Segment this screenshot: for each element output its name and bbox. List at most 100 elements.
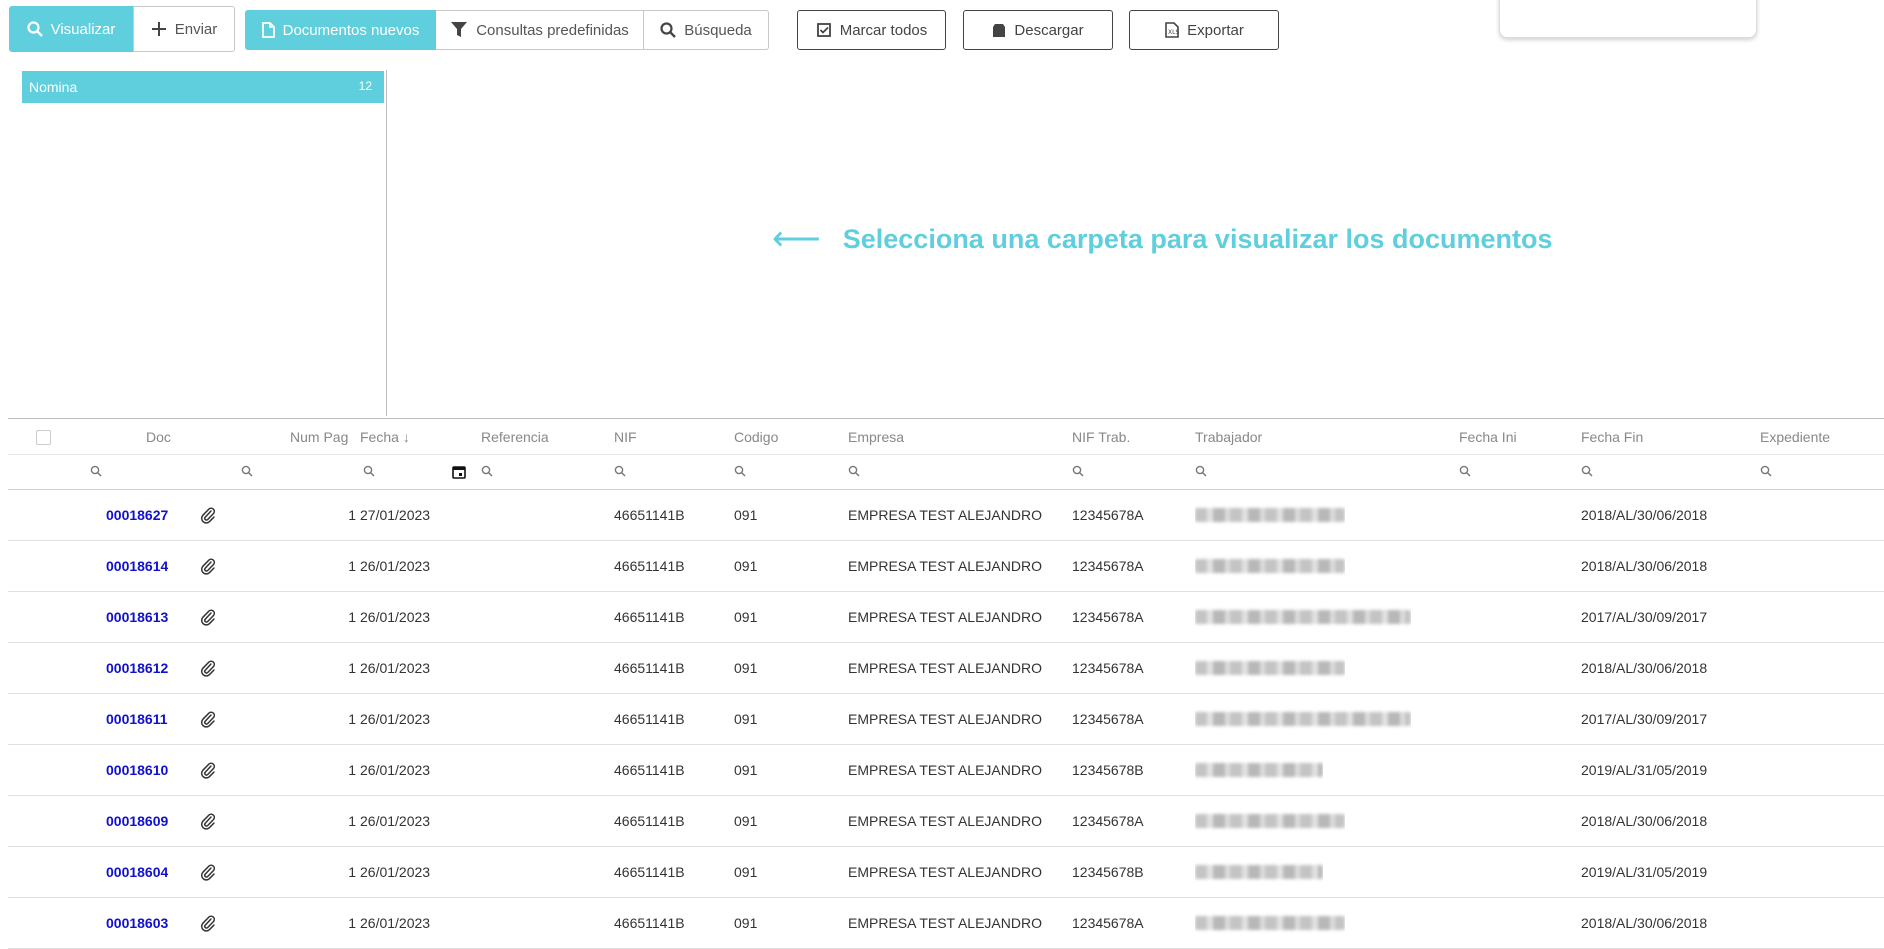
table-row[interactable]: 00018610 1 26/01/2023 46651141B 091 EMPRESA T… (8, 745, 1884, 796)
hint-text: Selecciona una carpeta para visualizar l… (842, 223, 1553, 254)
col-nif-trab[interactable]: NIF Trab. (1072, 419, 1130, 454)
cell-num-pag: 1 (348, 558, 356, 574)
filter-search-icon[interactable] (1760, 465, 1772, 477)
doc-link[interactable]: 00018603 (106, 898, 168, 948)
doc-link[interactable]: 00018614 (106, 541, 168, 591)
folder-item-nomina[interactable]: Nomina 12 (22, 71, 384, 103)
exportar-button[interactable]: XLS Exportar (1129, 10, 1279, 50)
doc-link[interactable]: 00018613 (106, 592, 168, 642)
doc-link[interactable]: 00018610 (106, 745, 168, 795)
filter-search-icon[interactable] (1581, 465, 1593, 477)
cell-codigo: 091 (734, 507, 758, 523)
table-row[interactable]: 00018604 1 26/01/2023 46651141B 091 EMPRESA T… (8, 847, 1884, 898)
col-fecha-ini[interactable]: Fecha Ini (1459, 419, 1517, 454)
filter-search-icon[interactable] (90, 465, 102, 477)
cell-trabajador-redacted (1195, 847, 1323, 897)
table-row[interactable]: 00018612 1 26/01/2023 46651141B 091 EMPRESA T… (8, 643, 1884, 694)
table-row[interactable]: 00018613 1 26/01/2023 46651141B 091 EMPRESA T… (8, 592, 1884, 643)
cell-nif: 46651141B (614, 762, 685, 778)
cell-nif-trab: 12345678B (1072, 864, 1144, 880)
filter-search-icon[interactable] (1072, 465, 1084, 477)
arrow-left-icon: ⟵ (772, 220, 821, 258)
cell-nif: 46651141B (614, 915, 685, 931)
consultas-predefinidas-button[interactable]: Consultas predefinidas (436, 10, 644, 50)
col-codigo[interactable]: Codigo (734, 419, 778, 454)
cell-nif-trab: 12345678A (1072, 711, 1144, 727)
cell-nif-trab: 12345678A (1072, 558, 1144, 574)
filter-search-icon[interactable] (481, 465, 493, 477)
doc-link[interactable]: 00018611 (106, 694, 168, 744)
calendar-icon[interactable] (452, 465, 466, 479)
col-expediente[interactable]: Expediente (1760, 419, 1830, 454)
cell-empresa: EMPRESA TEST ALEJANDRO (848, 558, 1042, 574)
toolbar: Visualizar Enviar Documentos nuevos Cons… (0, 0, 1884, 60)
table-row[interactable]: 00018627 1 27/01/2023 46651141B 091 EMPRESA T… (8, 490, 1884, 541)
attachment-icon[interactable] (200, 847, 216, 897)
descargar-button[interactable]: Descargar (963, 10, 1113, 50)
col-referencia[interactable]: Referencia (481, 419, 549, 454)
export-file-icon: XLS (1165, 22, 1179, 38)
table-row[interactable]: 00018614 1 26/01/2023 46651141B 091 EMPRESA T… (8, 541, 1884, 592)
col-num-pag[interactable]: Num Pag (290, 419, 348, 454)
cell-nif-trab: 12345678A (1072, 660, 1144, 676)
enviar-button[interactable]: Enviar (133, 6, 235, 52)
doc-link[interactable]: 00018609 (106, 796, 168, 846)
attachment-icon[interactable] (200, 592, 216, 642)
filter-search-icon[interactable] (363, 465, 375, 477)
attachment-icon[interactable] (200, 541, 216, 591)
table-row[interactable]: 00018603 1 26/01/2023 46651141B 091 EMPRESA T… (8, 898, 1884, 949)
col-nif[interactable]: NIF (614, 419, 637, 454)
attachment-icon[interactable] (200, 898, 216, 948)
marcar-todos-label: Marcar todos (839, 21, 928, 39)
select-all-checkbox[interactable] (36, 430, 51, 445)
doc-link[interactable]: 00018627 (106, 490, 168, 540)
filter-search-icon[interactable] (614, 465, 626, 477)
attachment-icon[interactable] (200, 745, 216, 795)
cell-empresa: EMPRESA TEST ALEJANDRO (848, 915, 1042, 931)
cell-num-pag: 1 (348, 711, 356, 727)
cell-nif-trab: 12345678A (1072, 813, 1144, 829)
cell-trabajador-redacted (1195, 796, 1345, 846)
busqueda-button[interactable]: Búsqueda (644, 10, 769, 50)
cell-codigo: 091 (734, 762, 758, 778)
doc-link[interactable]: 00018604 (106, 847, 168, 897)
cell-nif: 46651141B (614, 609, 685, 625)
cell-nif-trab: 12345678B (1072, 762, 1144, 778)
search-icon (660, 22, 677, 38)
attachment-icon[interactable] (200, 694, 216, 744)
col-trabajador[interactable]: Trabajador (1195, 419, 1262, 454)
filter-search-icon[interactable] (734, 465, 746, 477)
attachment-icon[interactable] (200, 490, 216, 540)
cell-fecha: 26/01/2023 (360, 558, 431, 574)
filter-search-icon[interactable] (1459, 465, 1471, 477)
visualizar-button[interactable]: Visualizar (9, 6, 133, 52)
cell-nif-trab: 12345678A (1072, 609, 1144, 625)
documentos-nuevos-label: Documentos nuevos (282, 21, 420, 39)
consultas-predefinidas-label: Consultas predefinidas (476, 21, 629, 39)
attachment-icon[interactable] (200, 796, 216, 846)
table-row[interactable]: 00018611 1 26/01/2023 46651141B 091 EMPRESA T… (8, 694, 1884, 745)
filter-search-icon[interactable] (241, 465, 253, 477)
cell-trabajador-redacted (1195, 898, 1345, 948)
cell-num-pag: 1 (348, 507, 356, 523)
folder-count-badge: 12 (358, 79, 372, 93)
col-empresa[interactable]: Empresa (848, 419, 904, 454)
table-body: 00018627 1 27/01/2023 46651141B 091 EMPRESA T… (8, 490, 1884, 949)
col-doc[interactable]: Doc (146, 419, 171, 454)
marcar-todos-button[interactable]: Marcar todos (797, 10, 946, 50)
cell-nif: 46651141B (614, 813, 685, 829)
documentos-nuevos-button[interactable]: Documentos nuevos (245, 10, 436, 50)
cell-trabajador-redacted (1195, 541, 1345, 591)
cell-nif-trab: 12345678A (1072, 507, 1144, 523)
filter-search-icon[interactable] (848, 465, 860, 477)
col-fecha[interactable]: Fecha ↓ (360, 419, 410, 454)
doc-link[interactable]: 00018612 (106, 643, 168, 693)
cell-fecha-fin: 2018/AL/30/06/2018 (1581, 915, 1708, 931)
cell-empresa: EMPRESA TEST ALEJANDRO (848, 507, 1042, 523)
busqueda-label: Búsqueda (684, 21, 752, 39)
col-fecha-fin[interactable]: Fecha Fin (1581, 419, 1643, 454)
filter-search-icon[interactable] (1195, 465, 1207, 477)
table-row[interactable]: 00018609 1 26/01/2023 46651141B 091 EMPRESA T… (8, 796, 1884, 847)
cell-codigo: 091 (734, 609, 758, 625)
attachment-icon[interactable] (200, 643, 216, 693)
